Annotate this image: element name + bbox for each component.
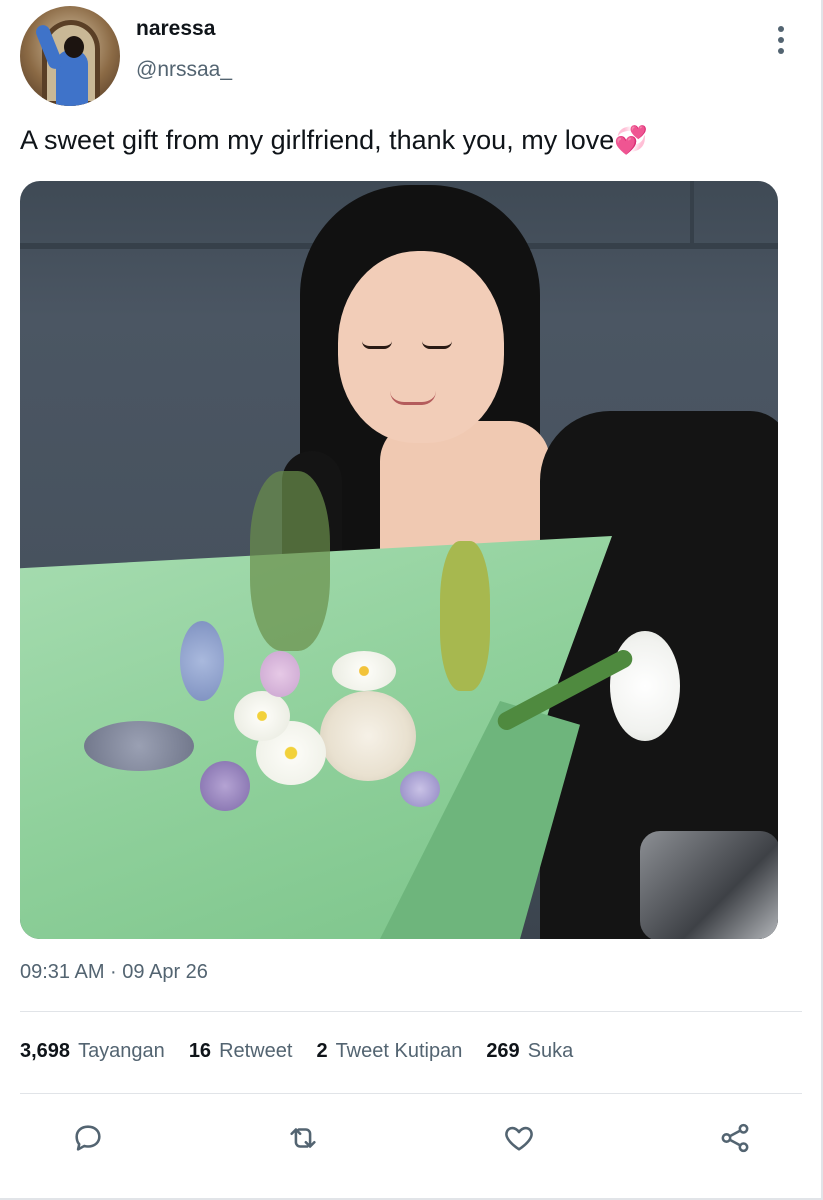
white-lily [610, 631, 680, 741]
face [338, 251, 504, 443]
white-flower [332, 651, 396, 691]
blue-flower [180, 621, 224, 701]
more-dot [778, 26, 784, 32]
more-dot [778, 37, 784, 43]
retweet-icon [290, 1128, 316, 1148]
purple-flower [200, 761, 250, 811]
likes-label: Suka [527, 1040, 574, 1062]
share-button[interactable] [713, 1116, 757, 1160]
grey-bell-flower [84, 721, 194, 771]
fern-leaf [440, 541, 490, 691]
purple-flower [400, 771, 440, 807]
retweet-button[interactable] [281, 1116, 325, 1160]
quotes-stat[interactable]: 2 Tweet Kutipan [316, 1040, 462, 1063]
likes-stat[interactable]: 269 Suka [486, 1040, 573, 1063]
wall-seam [690, 181, 694, 243]
retweets-label: Retweet [219, 1040, 293, 1062]
views-stat[interactable]: 3,698 Tayangan [20, 1040, 165, 1063]
reply-icon [75, 1125, 101, 1151]
tweet-detail: naressa @nrssaa_ A sweet gift from my gi… [0, 0, 823, 1200]
tweet-photo[interactable] [20, 181, 778, 939]
more-vertical-icon[interactable] [766, 24, 796, 56]
views-count: 3,698 [20, 1040, 71, 1062]
avatar-head [64, 36, 84, 58]
reply-button[interactable] [66, 1116, 110, 1160]
white-flower [234, 691, 290, 741]
silver-bag [640, 831, 778, 939]
smile [390, 391, 436, 405]
closed-eye [362, 341, 392, 349]
quotes-count: 2 [316, 1040, 328, 1062]
avatar[interactable] [20, 6, 120, 106]
share-icon [721, 1123, 749, 1153]
closed-eye [422, 341, 452, 349]
more-dot [778, 48, 784, 54]
author-handle[interactable]: @nrssaa_ [136, 58, 232, 82]
tweet-stats: 3,698 Tayangan 16 Retweet 2 Tweet Kutipan 2… [20, 1040, 597, 1063]
green-stems [250, 471, 330, 651]
heart-icon [505, 1126, 533, 1151]
action-bar [0, 1116, 823, 1164]
retweets-count: 16 [188, 1040, 212, 1062]
quotes-label: Tweet Kutipan [335, 1040, 463, 1062]
retweets-stat[interactable]: 16 Retweet [189, 1040, 293, 1063]
tweet-timestamp[interactable]: 09:31 AM · 09 Apr 26 [20, 961, 208, 984]
views-label: Tayangan [78, 1040, 165, 1062]
divider [20, 1011, 802, 1012]
author-display-name[interactable]: naressa [136, 17, 215, 41]
carnation-flower [320, 691, 416, 781]
like-button[interactable] [497, 1116, 541, 1160]
divider [20, 1093, 802, 1094]
tweet-text: A sweet gift from my girlfriend, thank y… [20, 125, 648, 155]
tulip-bud [260, 651, 300, 697]
likes-count: 269 [486, 1040, 520, 1062]
